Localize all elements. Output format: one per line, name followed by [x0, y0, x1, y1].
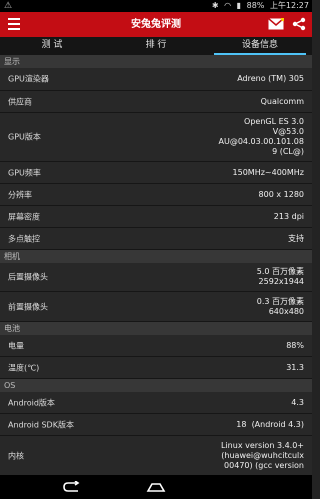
info-row: 电量 88%	[0, 335, 312, 357]
info-value: 150MHz~400MHz	[232, 167, 304, 177]
app-title: 安兔兔评测	[131, 19, 181, 30]
info-row: Android SDK版本 18 (Android 4.3)	[0, 414, 312, 436]
app-bar: 安兔兔评测	[0, 12, 312, 37]
info-label: 前置摄像头	[8, 302, 48, 311]
info-value: 213 dpi	[273, 211, 304, 221]
info-row: GPU渲染器 Adreno (TM) 305	[0, 68, 312, 91]
device-info-list[interactable]: 显示 GPU渲染器 Adreno (TM) 305 供应商 Qualcomm GPU版本 O…	[0, 55, 312, 475]
info-row: 分辨率 800 x 1280	[0, 184, 312, 206]
info-value: 31.3	[286, 362, 304, 372]
info-value: 支持	[288, 233, 304, 243]
clock: 上午12:27	[269, 1, 309, 10]
home-icon[interactable]	[146, 481, 166, 493]
info-label: Android SDK版本	[8, 420, 74, 429]
mail-icon[interactable]	[268, 18, 284, 30]
info-row: 内核 Linux version 3.4.0+ (huawei@wuhcitcul…	[0, 436, 312, 475]
share-icon[interactable]	[292, 17, 306, 31]
info-row: GPU版本 OpenGL ES 3.0 V@53.0 AU@04.03.00.10…	[0, 113, 312, 162]
info-value: 4.3	[291, 397, 304, 407]
info-value: Qualcomm	[260, 96, 304, 106]
info-label: 电量	[8, 341, 24, 350]
warning-icon: ⚠	[4, 1, 13, 11]
wifi-icon: ◠	[224, 1, 232, 10]
info-value: 800 x 1280	[258, 189, 304, 199]
tab-bar: 测 试 排 行 设备信息	[0, 37, 312, 55]
info-label: Android版本	[8, 398, 55, 407]
battery-icon: ▮	[236, 1, 242, 10]
info-value: 18 (Android 4.3)	[236, 419, 304, 429]
tab-test[interactable]: 测 试	[0, 37, 104, 55]
info-value: 5.0 百万像素 2592x1944	[256, 267, 304, 286]
info-row: 多点触控 支持	[0, 228, 312, 250]
info-label: 供应商	[8, 97, 32, 106]
section-header: 相机	[0, 250, 312, 263]
back-icon[interactable]	[62, 481, 82, 493]
info-label: GPU渲染器	[8, 74, 49, 84]
info-value: Linux version 3.4.0+ (huawei@wuhcitculx …	[221, 441, 304, 470]
info-value: 88%	[286, 340, 304, 350]
info-label: 多点触控	[8, 234, 40, 243]
info-value: 0.3 百万像素 640x480	[256, 296, 304, 316]
info-label: 温度(℃)	[8, 363, 40, 372]
info-row: 温度(℃) 31.3	[0, 357, 312, 379]
info-value: Adreno (TM) 305	[237, 74, 304, 83]
info-row: GPU频率 150MHz~400MHz	[0, 162, 312, 184]
tab-device-info[interactable]: 设备信息	[208, 37, 312, 55]
info-row: 屏幕密度 213 dpi	[0, 206, 312, 228]
info-label: GPU频率	[8, 168, 41, 177]
info-row: 供应商 Qualcomm	[0, 91, 312, 113]
battery-level: 88%	[246, 1, 265, 10]
section-header: OS	[0, 379, 312, 392]
section-header: 显示	[0, 55, 312, 68]
info-row: 前置摄像头 0.3 百万像素 640x480	[0, 292, 312, 322]
info-label: GPU版本	[8, 132, 41, 142]
info-row: Android版本 4.3	[0, 392, 312, 414]
info-label: 屏幕密度	[8, 212, 40, 221]
info-row: 后置摄像头 5.0 百万像素 2592x1944	[0, 263, 312, 292]
section-header: 电池	[0, 322, 312, 335]
status-right: ✱ ◠ ▮ 88% 上午12:27	[209, 0, 309, 12]
tab-ranking[interactable]: 排 行	[104, 37, 208, 55]
bluetooth-icon: ✱	[211, 1, 219, 10]
info-label: 分辨率	[8, 190, 32, 199]
info-label: 后置摄像头	[8, 272, 48, 282]
navigation-bar	[0, 475, 312, 499]
info-value: OpenGL ES 3.0 V@53.0 AU@04.03.00.101.08 …	[218, 117, 305, 156]
info-label: 内核	[8, 451, 24, 461]
status-bar: ⚠ ✱ ◠ ▮ 88% 上午12:27	[0, 0, 312, 12]
